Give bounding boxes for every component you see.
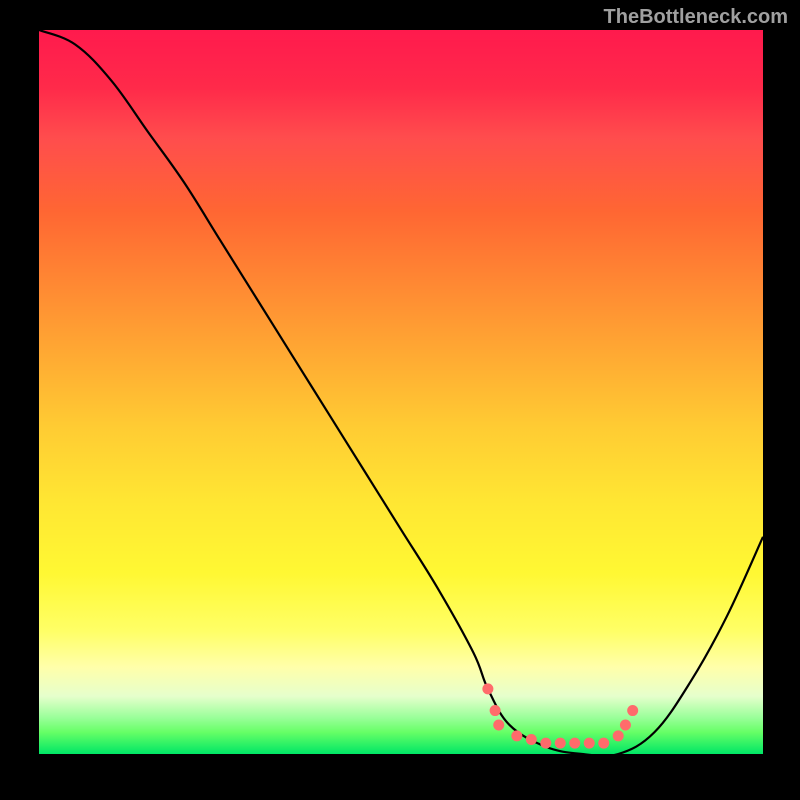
marker-point (482, 683, 493, 694)
curve-markers (482, 683, 638, 748)
chart-container: TheBottleneck.com (0, 0, 800, 800)
marker-point (613, 730, 624, 741)
marker-point (540, 738, 551, 749)
marker-point (490, 705, 501, 716)
bottleneck-curve (39, 30, 763, 756)
marker-point (526, 734, 537, 745)
marker-point (493, 720, 504, 731)
marker-point (555, 738, 566, 749)
watermark-text: TheBottleneck.com (604, 6, 788, 29)
marker-point (569, 738, 580, 749)
marker-point (598, 738, 609, 749)
marker-point (620, 720, 631, 731)
marker-point (627, 705, 638, 716)
chart-svg (39, 30, 763, 754)
marker-point (584, 738, 595, 749)
marker-point (511, 730, 522, 741)
